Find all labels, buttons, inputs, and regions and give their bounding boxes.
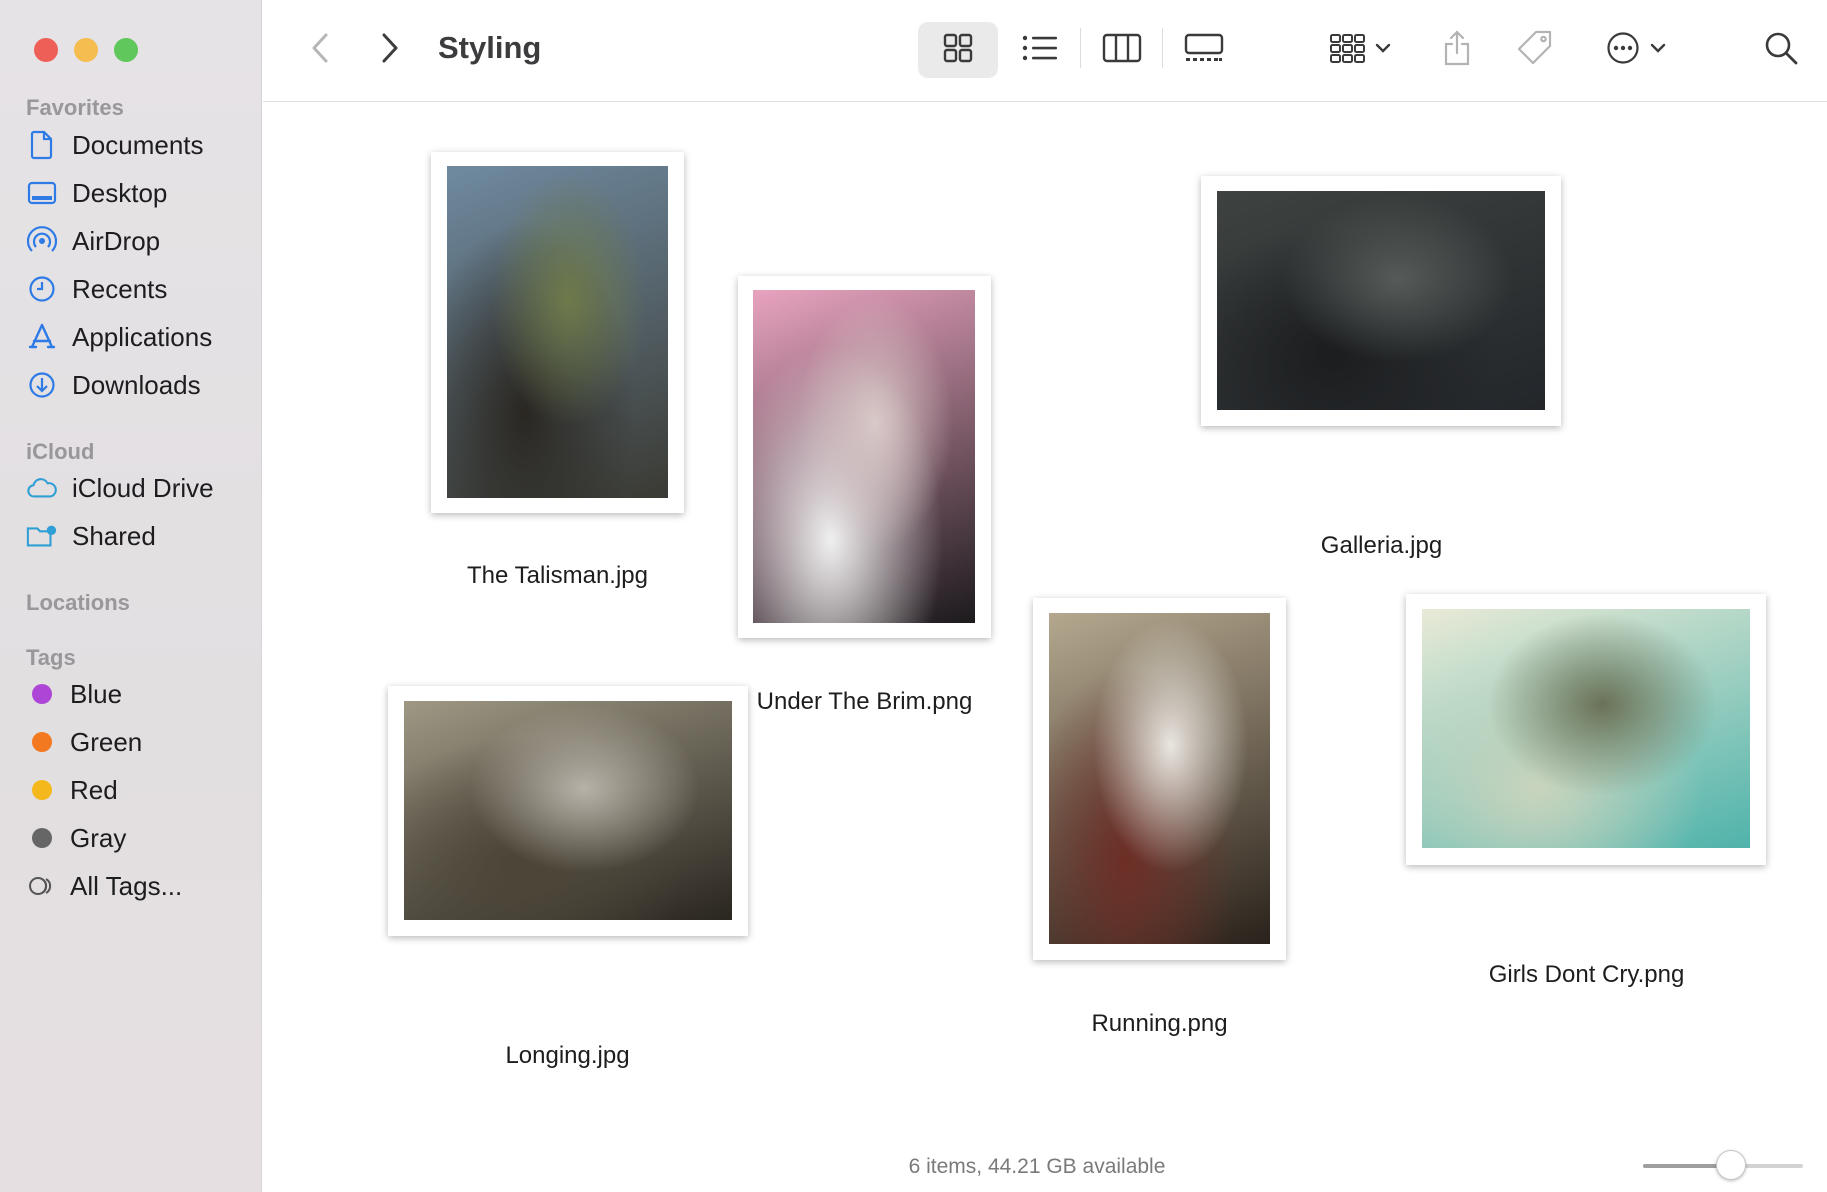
clock-icon — [26, 273, 58, 305]
sidebar-item-label: All Tags... — [70, 870, 183, 901]
window-title: Styling — [438, 30, 542, 65]
image-preview — [404, 701, 732, 920]
status-bar-text: 6 items, 44.21 GB available — [908, 1155, 1166, 1178]
icon-view-button[interactable] — [918, 22, 998, 78]
sidebar-tag-green[interactable]: Green — [26, 722, 246, 762]
tag-dot-icon — [32, 684, 52, 704]
traffic-lights — [34, 38, 138, 62]
cloud-icon — [26, 472, 58, 504]
file-thumbnail-the-talisman[interactable] — [431, 152, 684, 513]
file-thumbnail-girls-dont-cry[interactable] — [1406, 594, 1766, 865]
slider-knob[interactable] — [1716, 1150, 1746, 1180]
tag-dot-icon — [32, 828, 52, 848]
sidebar-item-label: Red — [70, 774, 118, 805]
file-name-label[interactable]: The Talisman.jpg — [401, 562, 714, 590]
all-tags-icon — [26, 870, 58, 902]
chevron-right-icon — [381, 32, 399, 69]
file-thumbnail-galleria[interactable] — [1201, 176, 1561, 426]
sidebar-item-label: Shared — [72, 520, 156, 551]
gallery-view-button[interactable] — [1166, 22, 1242, 78]
file-thumbnail-under-the-brim[interactable] — [738, 276, 991, 638]
image-preview — [1217, 191, 1545, 410]
sidebar-item-label: Downloads — [72, 369, 201, 400]
sidebar-item-documents[interactable]: Documents — [26, 125, 246, 165]
download-icon — [26, 369, 58, 401]
minimize-button[interactable] — [74, 38, 98, 62]
locations-heading: Locations — [26, 590, 130, 615]
sidebar-item-label: Applications — [72, 321, 213, 352]
sidebar-item-label: Gray — [70, 822, 127, 853]
chevron-left-icon — [311, 32, 329, 69]
sidebar-item-shared[interactable]: Shared — [26, 516, 246, 556]
ellipsis-circle-icon — [1606, 31, 1640, 70]
tags-heading: Tags — [26, 645, 76, 670]
share-button[interactable] — [1432, 22, 1482, 78]
icloud-heading: iCloud — [26, 439, 95, 464]
list-icon — [1022, 34, 1058, 67]
tag-dot-icon — [32, 732, 52, 752]
zoom-button[interactable] — [114, 38, 138, 62]
image-preview — [753, 290, 975, 623]
sidebar-item-label: Documents — [72, 129, 204, 160]
grid-icon — [942, 32, 974, 69]
sidebar-tag-gray[interactable]: Gray — [26, 818, 246, 858]
sidebar-item-applications[interactable]: Applications — [26, 317, 246, 357]
column-view-button[interactable] — [1084, 22, 1160, 78]
airdrop-icon — [26, 225, 58, 257]
sidebar-item-label: AirDrop — [72, 225, 161, 256]
file-name-label[interactable]: Running.png — [1003, 1010, 1316, 1038]
sidebar-item-label: Desktop — [72, 177, 168, 208]
sidebar-item-label: iCloud Drive — [72, 472, 214, 503]
sidebar-tag-blue[interactable]: Blue — [26, 674, 246, 714]
file-name-label[interactable]: Under The Brim.png — [708, 688, 1021, 716]
sidebar-item-label: Green — [70, 726, 143, 757]
sidebar-item-downloads[interactable]: Downloads — [26, 365, 246, 405]
toolbar-separator — [1080, 28, 1081, 68]
sidebar-item-recents[interactable]: Recents — [26, 269, 246, 309]
tag-dot-icon — [32, 780, 52, 800]
sidebar-item-label: Blue — [70, 678, 123, 709]
list-view-button[interactable] — [1002, 22, 1078, 78]
image-preview — [1422, 609, 1750, 848]
file-thumbnail-running[interactable] — [1033, 598, 1286, 960]
file-name-label[interactable]: Galleria.jpg — [1225, 532, 1538, 560]
search-icon — [1764, 31, 1798, 70]
image-preview — [447, 166, 668, 498]
sidebar-tag-red[interactable]: Red — [26, 770, 246, 810]
back-button[interactable] — [302, 30, 338, 70]
desktop-icon — [26, 177, 58, 209]
applications-icon — [26, 321, 58, 353]
chevron-down-icon — [1375, 41, 1391, 59]
file-name-label[interactable]: Longing.jpg — [411, 1042, 724, 1070]
file-name-label[interactable]: Girls Dont Cry.png — [1430, 961, 1743, 989]
favorites-heading: Favorites — [26, 95, 124, 120]
tag-button[interactable] — [1510, 22, 1560, 78]
document-icon — [26, 129, 58, 161]
group-icon — [1329, 32, 1367, 69]
forward-button[interactable] — [372, 30, 408, 70]
search-button[interactable] — [1758, 26, 1804, 74]
close-button[interactable] — [34, 38, 58, 62]
file-thumbnail-longing[interactable] — [388, 686, 748, 936]
image-preview — [1049, 613, 1270, 944]
chevron-down-icon — [1650, 41, 1666, 59]
sidebar-item-icloud-drive[interactable]: iCloud Drive — [26, 468, 246, 508]
gallery-icon — [1184, 33, 1224, 68]
shared-folder-icon — [26, 520, 58, 552]
columns-icon — [1102, 33, 1142, 68]
sidebar-tag-all[interactable]: All Tags... — [26, 866, 246, 906]
sidebar-item-label: Recents — [72, 273, 168, 304]
more-actions-button[interactable] — [1598, 22, 1674, 78]
toolbar-separator — [1162, 28, 1163, 68]
finder-window: Favorites Documents Desktop AirDrop Rece… — [0, 0, 1827, 1192]
sidebar: Favorites Documents Desktop AirDrop Rece… — [0, 0, 262, 1192]
group-by-button[interactable] — [1320, 22, 1400, 78]
sidebar-item-airdrop[interactable]: AirDrop — [26, 221, 246, 261]
tag-icon — [1516, 29, 1554, 72]
share-icon — [1442, 29, 1472, 72]
sidebar-item-desktop[interactable]: Desktop — [26, 173, 246, 213]
